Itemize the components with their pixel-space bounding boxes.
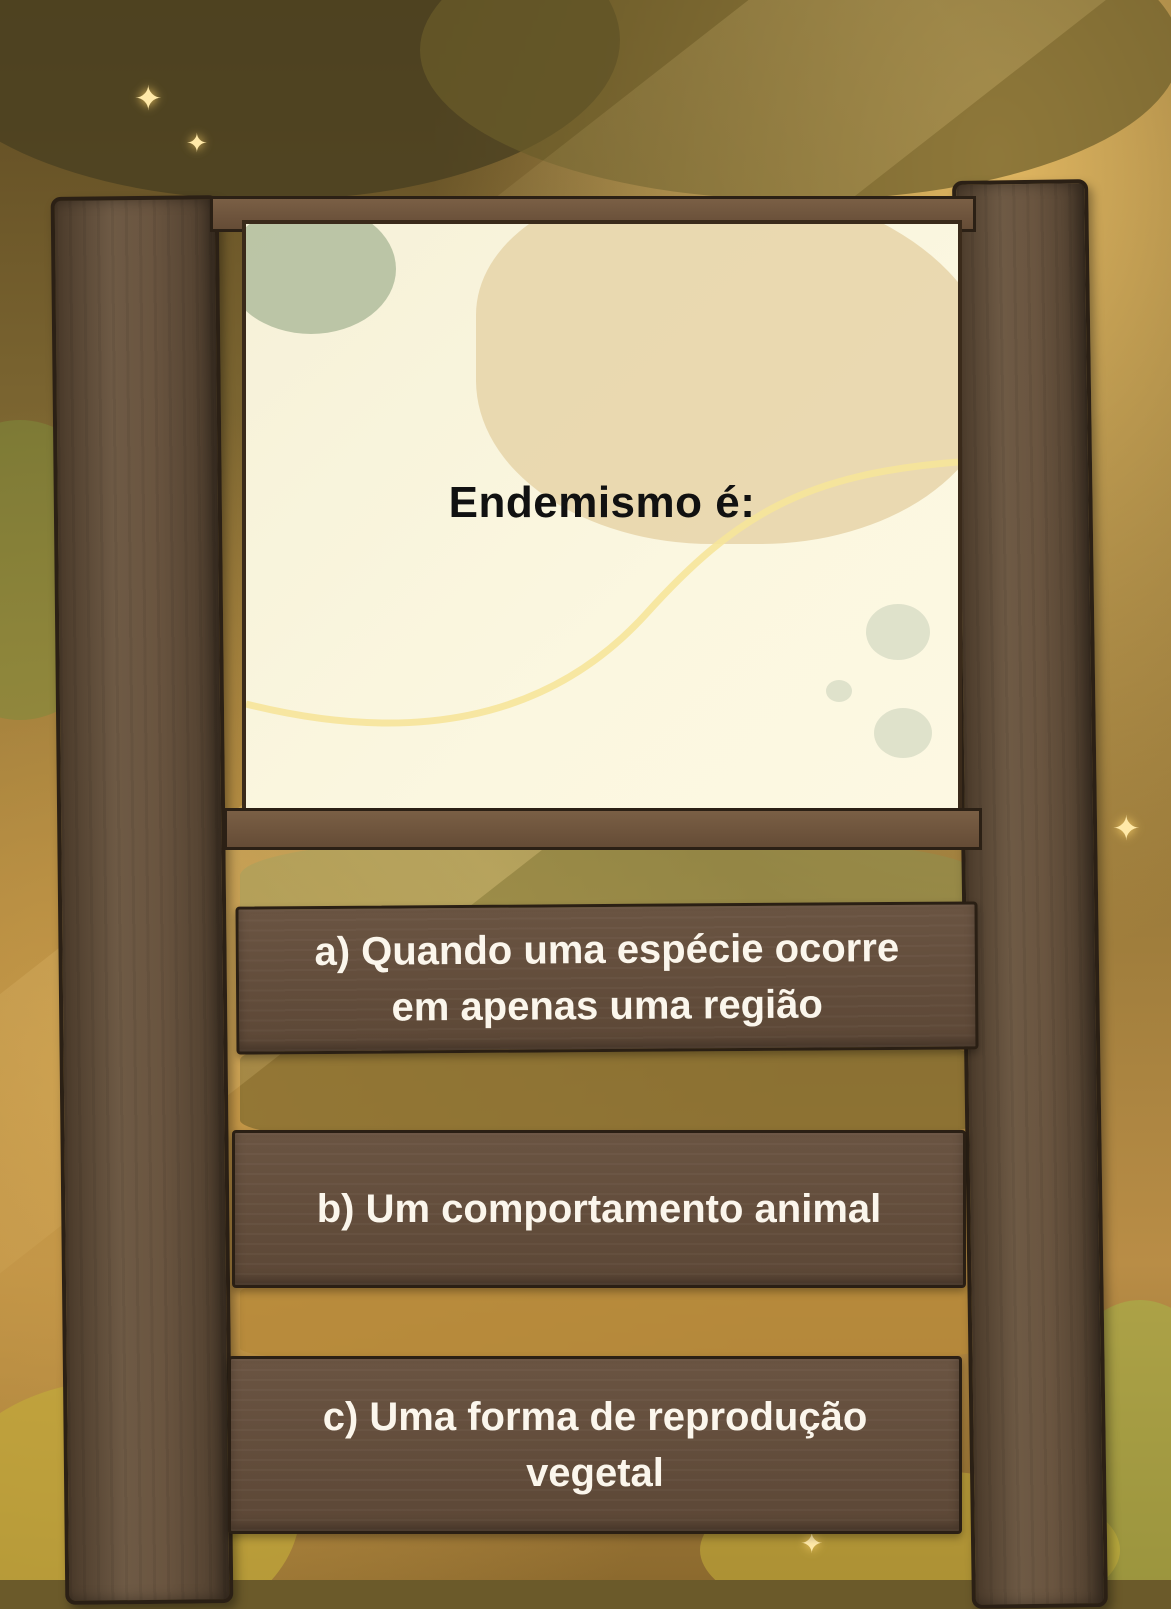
answer-option-c-label: c) Uma forma de reprodução vegetal	[322, 1395, 868, 1495]
answer-option-a-label: a) Quando uma espécie ocorre em apenas u…	[314, 925, 900, 1030]
answer-option-b-label: b) Um comportamento animal	[316, 1187, 882, 1231]
sparkle-icon: ✦	[134, 80, 163, 118]
sparkle-icon: ✦	[1112, 810, 1141, 848]
question-board: Endemismo é:	[242, 220, 962, 814]
left-wooden-post	[50, 195, 234, 1605]
question-text: Endemismo é:	[448, 478, 756, 527]
sparkle-icon: ✦	[186, 128, 208, 158]
answer-option-a[interactable]: a) Quando uma espécie ocorre em apenas u…	[235, 901, 979, 1055]
mid-foliage	[240, 1280, 980, 1360]
mid-foliage	[240, 1040, 980, 1140]
answer-option-c[interactable]: c) Uma forma de reprodução vegetal	[228, 1356, 962, 1534]
right-wooden-post	[952, 179, 1108, 1609]
sparkle-icon: ✦	[800, 1528, 824, 1559]
answer-option-b[interactable]: b) Um comportamento animal	[232, 1130, 966, 1288]
middle-beam	[224, 808, 982, 850]
